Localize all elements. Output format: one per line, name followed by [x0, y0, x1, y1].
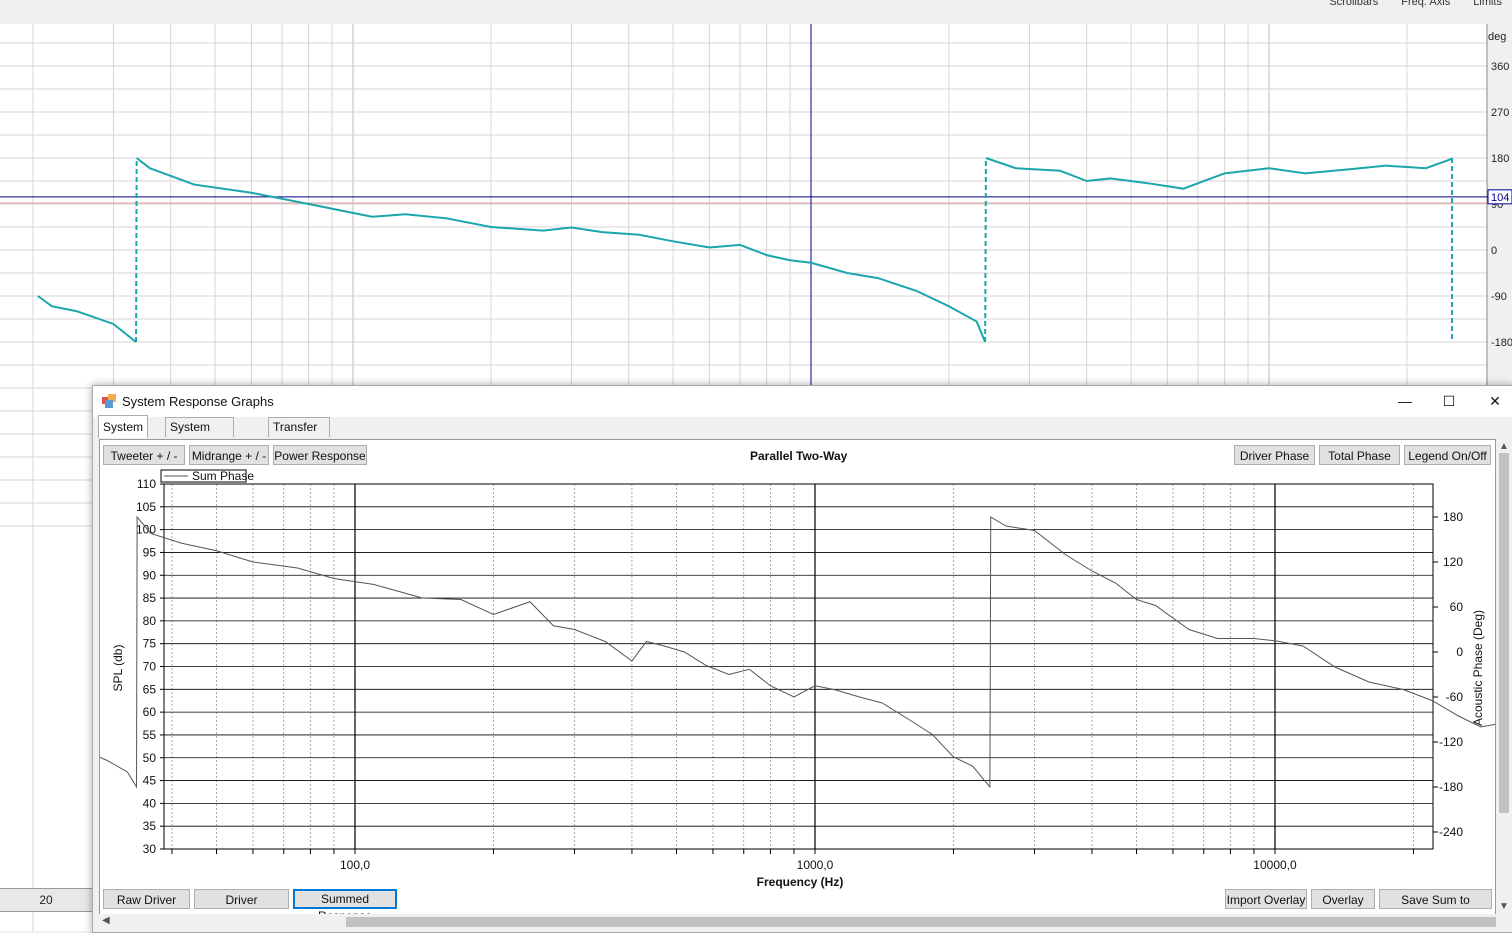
spl-chart: 3035404550556065707580859095100105110180…	[100, 469, 1495, 889]
raw-driver-spl-button[interactable]: Raw Driver SPL	[103, 889, 190, 927]
x-tick-label: 10000,0	[1253, 858, 1297, 872]
y-tick-label: 105	[136, 500, 156, 514]
menu-item-scrollbars[interactable]: Scrollbars	[1329, 0, 1378, 8]
y-tick-label: 90	[143, 568, 157, 582]
y-tick-label: 50	[143, 751, 157, 765]
driver-responses-button[interactable]: Driver Responses	[194, 889, 289, 927]
scroll-left-icon[interactable]: ◀	[102, 915, 110, 926]
y2-tick-label: -120	[1439, 735, 1463, 749]
background-toolbar: Scrollbars Freq. Axis Limits	[0, 0, 1512, 24]
background-tick-label: -90	[1491, 291, 1507, 303]
power-response-button[interactable]: Power Response	[273, 445, 367, 465]
background-unit-label: deg	[1488, 31, 1506, 43]
background-cursor-value: 104	[1491, 192, 1509, 204]
background-tick-label: -180	[1491, 337, 1512, 349]
system-response-window: System Response Graphs — ☐ ✕ System SPL …	[92, 385, 1512, 933]
background-tick-label: 0	[1491, 245, 1497, 257]
y-tick-label: 70	[143, 660, 157, 674]
legend-label: Sum Phase	[192, 469, 254, 483]
x-axis-label: Frequency (Hz)	[757, 875, 844, 889]
summed-response-button[interactable]: Summed Response	[293, 889, 397, 923]
y-tick-label: 110	[137, 477, 156, 491]
minimize-button[interactable]: —	[1382, 386, 1428, 417]
legend-toggle-button[interactable]: Legend On/Off	[1404, 445, 1491, 465]
x-tick-label: 100,0	[340, 858, 370, 872]
total-phase-button[interactable]: Total Phase	[1319, 445, 1400, 465]
tweeter-toggle-button[interactable]: Tweeter + / -	[103, 445, 185, 465]
maximize-button[interactable]: ☐	[1426, 386, 1472, 417]
tab-system-impedance[interactable]: System Impedance	[165, 417, 235, 453]
spl-panel: 30 35 40 45 50 55 60 65 70 75 80 85 90 95 100 105 110 180…	[99, 439, 1496, 927]
y-tick-label: 40	[143, 796, 157, 810]
y-tick-label: 80	[143, 614, 157, 628]
midrange-toggle-button[interactable]: Midrange + / -	[189, 445, 269, 465]
y-axis-label: SPL (db)	[111, 645, 125, 692]
y-tick-label: 95	[143, 545, 157, 559]
horizontal-scrollbar[interactable]: ◀	[99, 914, 1496, 930]
y2-tick-label: 60	[1450, 600, 1464, 614]
tab-transfer-functions[interactable]: Transfer Functions	[268, 417, 331, 453]
y-tick-label: 65	[143, 682, 157, 696]
window-titlebar[interactable]: System Response Graphs — ☐ ✕	[93, 386, 1512, 417]
scroll-up-icon[interactable]: ▲	[1499, 441, 1509, 452]
save-sum-to-overlay-button[interactable]: Save Sum to Overlay	[1379, 889, 1492, 927]
scroll-down-icon[interactable]: ▼	[1499, 901, 1509, 912]
vertical-scroll-thumb[interactable]	[1499, 453, 1509, 813]
y2-tick-label: 180	[1443, 510, 1463, 524]
y-tick-label: 85	[143, 591, 157, 605]
import-overlay-button[interactable]: Import Overlay	[1225, 889, 1307, 909]
background-menu: Scrollbars Freq. Axis Limits	[1319, 0, 1512, 8]
y2-tick-label: -180	[1439, 780, 1463, 794]
y2-tick-label: 0	[1456, 645, 1463, 659]
background-phase-trace	[135, 157, 138, 343]
background-tick-label: 270	[1491, 107, 1509, 119]
y-tick-label: 35	[143, 819, 157, 833]
background-tick-label: 180	[1491, 153, 1509, 165]
vertical-scrollbar[interactable]: ▲ ▼	[1496, 441, 1512, 915]
horizontal-scroll-thumb[interactable]	[346, 917, 1496, 927]
tab-system-spl[interactable]: System SPL	[98, 415, 149, 456]
y2-tick-label: 120	[1443, 555, 1463, 569]
x-tick-label: 1000,0	[797, 858, 834, 872]
driver-phase-button[interactable]: Driver Phase	[1234, 445, 1315, 465]
y-tick-label: 45	[143, 774, 157, 788]
background-frequency-cell: 20	[0, 888, 92, 912]
overlay-button[interactable]: Overlay	[1311, 889, 1375, 909]
y-tick-label: 55	[143, 728, 157, 742]
background-phase-trace	[984, 157, 987, 343]
app-window-icon	[102, 394, 116, 408]
close-button[interactable]: ✕	[1472, 386, 1512, 417]
y2-tick-label: -240	[1439, 825, 1463, 839]
background-tick-label: 360	[1491, 61, 1509, 73]
y2-tick-label: -60	[1446, 690, 1464, 704]
legend: Sum Phase	[160, 469, 254, 483]
menu-item-limits[interactable]: Limits	[1473, 0, 1502, 8]
window-title: System Response Graphs	[122, 394, 274, 409]
y-tick-label: 75	[143, 637, 157, 651]
y-tick-label: 60	[143, 705, 157, 719]
menu-item-freq-axis[interactable]: Freq. Axis	[1401, 0, 1450, 8]
chart-title: Parallel Two-Way	[750, 449, 848, 463]
y-tick-label: 30	[143, 842, 157, 856]
y2-axis-label: Acoustic Phase (Deg)	[1471, 610, 1485, 726]
